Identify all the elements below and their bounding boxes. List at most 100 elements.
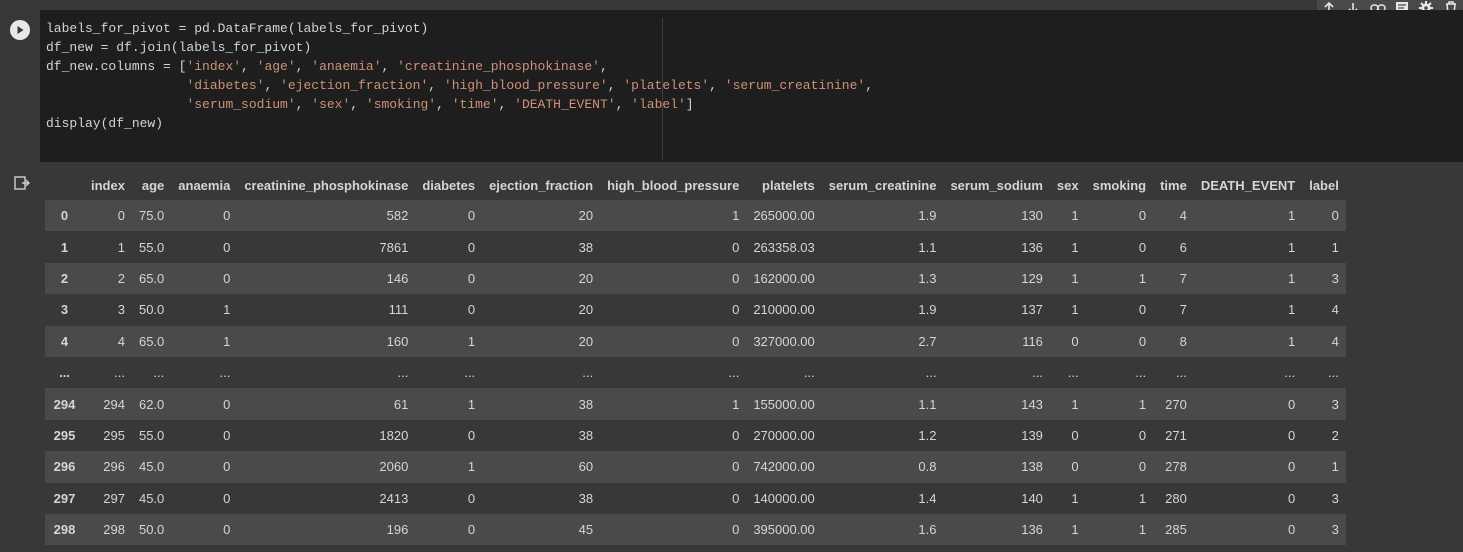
table-cell: 55.0	[138, 239, 165, 255]
code-token: df_new = df.join(labels_for_pivot)	[46, 40, 312, 55]
code-token: ,	[350, 97, 366, 112]
table-cell: 38	[578, 239, 594, 255]
table-cell: 0	[223, 396, 231, 412]
table-cell: 0	[1071, 427, 1079, 443]
table-cell: ...	[925, 365, 937, 381]
table-cell: 1.1	[918, 396, 937, 412]
dataframe-table: index age anaemia creatinine_phosphokinase d…	[45, 170, 1346, 546]
table-cell: ...	[1328, 365, 1339, 381]
table-cell: 2	[117, 270, 125, 286]
table-cell: 0.8	[918, 459, 937, 475]
code-token: ,	[295, 59, 312, 74]
table-cell: ...	[1284, 365, 1296, 381]
table-cell: 327000.00	[753, 333, 815, 349]
table-cell: 0	[1138, 239, 1147, 255]
code-token: ,	[615, 97, 632, 112]
string-literal: 'anaemia'	[311, 59, 382, 74]
table-cell: 1	[1071, 239, 1079, 255]
table-cell: ...	[153, 365, 165, 381]
code-token: ,	[498, 97, 515, 112]
table-cell: 45	[578, 522, 594, 538]
table-cell: 0	[467, 522, 476, 538]
table-cell: 45.0	[138, 490, 165, 506]
code-editor[interactable]: labels_for_pivot = pd.DataFrame(labels_f…	[40, 10, 1463, 162]
table-cell: 7	[1179, 302, 1187, 318]
table-cell: 129	[1021, 270, 1043, 286]
table-cell: 0	[1138, 333, 1147, 349]
code-token: ,	[607, 78, 624, 93]
table-cell: 0	[1138, 302, 1147, 318]
table-cell: 1	[1287, 208, 1296, 224]
code-token: ,	[599, 59, 608, 74]
table-cell: 297	[103, 490, 125, 506]
table-cell: 0	[732, 459, 740, 475]
table-cell: 61	[393, 396, 409, 412]
cell-gutter	[0, 10, 40, 162]
table-cell: 1	[223, 333, 231, 349]
table-cell: 75.0	[138, 208, 165, 224]
table-cell: ...	[582, 365, 594, 381]
table-cell: 3	[1331, 396, 1339, 412]
code-token: ]	[685, 97, 694, 112]
table-cell: 278	[1165, 459, 1187, 475]
table-cell: 20	[578, 333, 594, 349]
table-cell: 285	[1165, 522, 1187, 538]
table-cell: 0	[223, 522, 231, 538]
table-cell: 20	[578, 302, 594, 318]
table-cell: 1.2	[918, 427, 937, 443]
table-cell: 1	[1287, 270, 1296, 286]
table-cell: ...	[397, 365, 409, 381]
table-cell: 1	[467, 459, 476, 475]
table-cell: ...	[114, 365, 125, 381]
table-cell: 0	[223, 490, 231, 506]
table-row: 4 4 65.0 1 160 1 20 0 327000.00 2.7 116 0 0 8 1 4	[45, 325, 1346, 357]
table-cell: 2060	[379, 459, 409, 475]
table-cell: 0	[1287, 396, 1296, 412]
column-header: creatinine_phosphokinase	[244, 177, 409, 193]
string-literal: 'serum_creatinine'	[724, 78, 866, 93]
table-cell: 0	[117, 208, 125, 224]
table-cell: 160	[386, 333, 409, 349]
row-index: 0	[60, 208, 69, 224]
string-literal: 'DEATH_EVENT'	[514, 97, 616, 112]
column-header: diabetes	[422, 177, 476, 193]
table-cell: 3	[1331, 490, 1339, 506]
output-icon[interactable]	[13, 174, 31, 192]
table-cell: 20	[578, 208, 594, 224]
table-cell: 0	[732, 522, 740, 538]
table-cell: 38	[578, 396, 594, 412]
table-cell: 1.9	[918, 302, 937, 318]
code-token: ,	[241, 59, 257, 74]
table-cell: 50.0	[138, 302, 165, 318]
table-cell: 1	[1331, 239, 1339, 255]
output-area: index age anaemia creatinine_phosphokinase d…	[0, 162, 1463, 552]
table-cell: 0	[732, 333, 740, 349]
code-line: df_new = df.join(labels_for_pivot)	[46, 38, 873, 57]
table-cell: 4	[117, 333, 125, 349]
table-row: 2 2 65.0 0 146 0 20 0 162000.00 1.3 129 1 1 7 1 3	[45, 262, 1346, 295]
table-cell: 1	[223, 302, 231, 318]
table-cell: 1820	[379, 427, 409, 443]
table-cell: 138	[1021, 459, 1043, 475]
table-cell: 55.0	[138, 427, 165, 443]
run-cell-button[interactable]	[10, 20, 30, 40]
table-cell: 0	[1138, 208, 1147, 224]
table-cell: 116	[1022, 333, 1043, 349]
string-literal: 'time'	[451, 97, 499, 112]
string-literal: 'platelets'	[623, 78, 710, 93]
table-cell: 1	[1071, 208, 1079, 224]
table-cell: 20	[578, 270, 594, 286]
table-cell: 0	[467, 427, 476, 443]
column-header: serum_sodium	[950, 177, 1043, 193]
table-cell: 263358.03	[753, 239, 815, 255]
table-cell: 38	[578, 427, 594, 443]
table-cell: 0	[732, 427, 740, 443]
table-cell: 1	[1071, 396, 1079, 412]
table-cell: ...	[219, 365, 231, 381]
code-text[interactable]: labels_for_pivot = pd.DataFrame(labels_f…	[46, 19, 873, 133]
code-token: ,	[381, 59, 398, 74]
table-cell: 0	[1287, 427, 1296, 443]
row-index: 296	[53, 459, 76, 475]
column-header: high_blood_pressure	[607, 177, 740, 193]
